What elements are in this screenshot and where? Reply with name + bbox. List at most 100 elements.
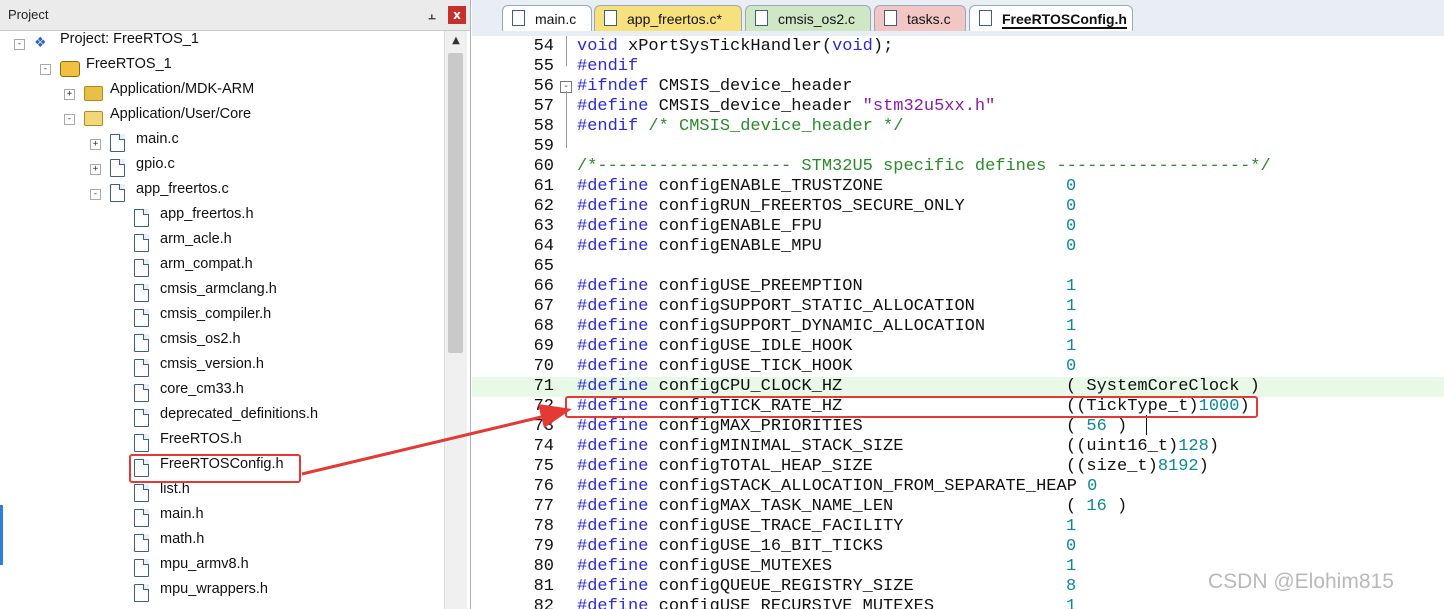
value-token: 8192 xyxy=(1157,457,1199,476)
code-line[interactable]: 64 #define configENABLE_MPU 0 xyxy=(472,237,1444,257)
define-value: 0 xyxy=(1066,197,1076,217)
code-line[interactable]: 70 #define configUSE_TICK_HOOK 0 xyxy=(472,357,1444,377)
code-line[interactable]: 66 #define configUSE_PREEMPTION 1 xyxy=(472,277,1444,297)
line-number: 55 xyxy=(533,57,554,76)
code-line[interactable]: 57 #define CMSIS_device_header "stm32u5xx… xyxy=(472,97,1444,117)
code-line[interactable]: 69 #define configUSE_IDLE_HOOK 1 xyxy=(472,337,1444,357)
editor-tab[interactable]: FreeRTOSConfig.h xyxy=(969,5,1133,31)
editor-tab[interactable]: tasks.c xyxy=(874,5,966,31)
editor-tab[interactable]: main.c xyxy=(502,5,592,31)
code-text: #define configQUEUE_REGISTRY_SIZE xyxy=(577,577,914,597)
project-panel-title: Project xyxy=(8,7,49,22)
code-line[interactable]: 60 /*------------------- STM32U5 specific… xyxy=(472,157,1444,177)
define-value: ((size_t)8192) xyxy=(1066,457,1209,477)
expand-icon[interactable]: + xyxy=(90,139,101,150)
line-number: 66 xyxy=(533,277,554,296)
code-token: #define xyxy=(577,417,649,436)
code-text: #define configSUPPORT_STATIC_ALLOCATION xyxy=(577,297,975,317)
code-line[interactable]: 68 #define configSUPPORT_DYNAMIC_ALLOCATI… xyxy=(472,317,1444,337)
code-token: xPortSysTickHandler( xyxy=(617,37,833,56)
code-line[interactable]: 55 #endif xyxy=(472,57,1444,77)
code-line[interactable]: 73 #define configMAX_PRIORITIES ( 56 ) xyxy=(472,417,1444,437)
file-icon xyxy=(755,10,768,26)
code-token: #define xyxy=(577,337,649,356)
code-line[interactable]: 77 #define configMAX_TASK_NAME_LEN ( 16 ) xyxy=(472,497,1444,517)
code-token: #define xyxy=(577,197,649,216)
highlight-box-config-file xyxy=(129,454,301,483)
code-text: #define configUSE_PREEMPTION xyxy=(577,277,863,297)
code-token: #define xyxy=(577,217,649,236)
collapse-icon[interactable]: - xyxy=(64,114,75,125)
highlight-box-tick-rate xyxy=(565,396,1258,418)
code-line[interactable]: 76 #define configSTACK_ALLOCATION_FROM_SE… xyxy=(472,477,1444,497)
code-line[interactable]: 79 #define configUSE_16_BIT_TICKS 0 xyxy=(472,537,1444,557)
code-text: #define configCPU_CLOCK_HZ xyxy=(577,377,842,397)
code-line[interactable]: 61 #define configENABLE_TRUSTZONE 0 xyxy=(472,177,1444,197)
value-token: 56 xyxy=(1086,417,1107,436)
scroll-up-icon[interactable]: ▲ xyxy=(449,35,463,49)
define-value: 0 xyxy=(1066,237,1076,257)
code-line[interactable]: 65 xyxy=(472,257,1444,277)
tree-scrollbar[interactable]: ▲ xyxy=(444,31,467,609)
value-token: 1 xyxy=(1066,297,1077,316)
scroll-thumb[interactable] xyxy=(448,53,463,353)
collapse-icon[interactable]: - xyxy=(90,189,101,200)
tree-item-label: Application/MDK-ARM xyxy=(110,81,255,97)
expand-icon[interactable]: + xyxy=(64,89,75,100)
value-token: 1 xyxy=(1066,597,1077,609)
code-line[interactable]: 75 #define configTOTAL_HEAP_SIZE ((size_t)… xyxy=(472,457,1444,477)
project-tree: - ❖ Project: FreeRTOS_1- FreeRTOS_1 + Applica… xyxy=(0,31,444,609)
code-token: #define xyxy=(577,457,649,476)
line-number: 82 xyxy=(533,597,554,609)
value-token: ( SystemCoreClock ) xyxy=(1066,377,1260,396)
tree-item-label: main.c xyxy=(136,131,179,147)
code-line[interactable]: 56- #ifndef CMSIS_device_header xyxy=(472,77,1444,97)
tree-item-label: app_freertos.c xyxy=(136,181,229,197)
line-number: 56 xyxy=(533,77,554,96)
tree-item-label: deprecated_definitions.h xyxy=(160,406,319,422)
code-token: configUSE_IDLE_HOOK xyxy=(648,337,853,356)
tree-item-label: arm_compat.h xyxy=(160,256,253,272)
line-number: 78 xyxy=(533,517,554,536)
define-value: 1 xyxy=(1066,557,1076,577)
code-line[interactable]: 62 #define configRUN_FREERTOS_SECURE_ONLY… xyxy=(472,197,1444,217)
code-line[interactable]: 67 #define configSUPPORT_STATIC_ALLOCATIO… xyxy=(472,297,1444,317)
value-token: ((uint16_t) xyxy=(1066,437,1179,456)
collapse-icon[interactable]: - xyxy=(14,39,25,50)
editor-tab[interactable]: app_freertos.c* xyxy=(594,5,742,31)
expand-icon[interactable]: + xyxy=(90,164,101,175)
editor-tab[interactable]: cmsis_os2.c xyxy=(745,5,871,31)
code-token: configSUPPORT_STATIC_ALLOCATION xyxy=(648,297,975,316)
tree-item-label: Application/User/Core xyxy=(110,106,252,122)
fold-guide xyxy=(566,36,567,66)
tree-item-label: cmsis_armclang.h xyxy=(160,281,277,297)
file-icon xyxy=(134,284,149,302)
code-line[interactable]: 58 #endif /* CMSIS_device_header */ xyxy=(472,117,1444,137)
code-line[interactable]: 63 #define configENABLE_FPU 0 xyxy=(472,217,1444,237)
value-token: 0 xyxy=(1066,237,1077,256)
collapse-icon[interactable]: - xyxy=(40,64,51,75)
tree-item-label: app_freertos.h xyxy=(160,206,254,222)
code-line[interactable]: 54 void xPortSysTickHandler(void); xyxy=(472,37,1444,57)
code-line[interactable]: 82 #define configUSE_RECURSIVE_MUTEXES 1 xyxy=(472,597,1444,609)
value-token: 1 xyxy=(1066,337,1077,356)
code-token: #define xyxy=(577,297,649,316)
value-token: 8 xyxy=(1066,577,1077,596)
tree-item-label: gpio.c xyxy=(136,156,175,172)
file-icon xyxy=(979,10,992,26)
line-number: 71 xyxy=(533,377,554,396)
pin-icon[interactable]: ⫠ xyxy=(425,7,439,23)
code-line[interactable]: 78 #define configUSE_TRACE_FACILITY 1 xyxy=(472,517,1444,537)
code-token: #define xyxy=(577,517,649,536)
define-value: ( SystemCoreClock ) xyxy=(1066,377,1260,397)
code-line[interactable]: 74 #define configMINIMAL_STACK_SIZE ((uint… xyxy=(472,437,1444,457)
close-panel-button[interactable]: x xyxy=(448,6,466,24)
file-icon xyxy=(604,10,617,26)
code-area[interactable]: 54 void xPortSysTickHandler(void); 55 #endi… xyxy=(472,36,1444,609)
value-token: 1 xyxy=(1066,277,1077,296)
line-number: 63 xyxy=(533,217,554,236)
code-line[interactable]: 59 xyxy=(472,137,1444,157)
value-token: 0 xyxy=(1066,197,1077,216)
code-line[interactable]: 71 #define configCPU_CLOCK_HZ ( SystemCore… xyxy=(472,377,1444,397)
line-number: 68 xyxy=(533,317,554,336)
